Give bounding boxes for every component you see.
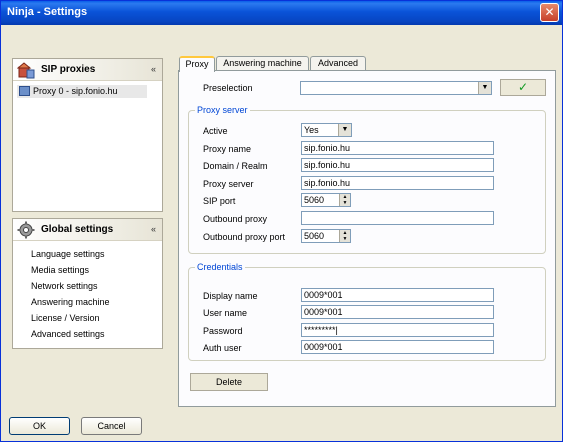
settings-window: Ninja - Settings ✕ SIP proxies « Proxy 0…	[0, 0, 563, 442]
outbound-proxy-label: Outbound proxy	[203, 214, 268, 224]
tab-answering-machine[interactable]: Answering machine	[216, 56, 309, 71]
server-icon	[17, 62, 35, 79]
outbound-port-label: Outbound proxy port	[203, 232, 286, 242]
proxy-item-label: Proxy 0 - sip.fonio.hu	[33, 86, 118, 96]
active-label: Active	[203, 126, 228, 136]
domain-label: Domain / Realm	[203, 161, 268, 171]
password-label: Password	[203, 326, 243, 336]
nav-media-settings[interactable]: Media settings	[31, 265, 89, 275]
proxy-server-field[interactable]: sip.fonio.hu	[301, 176, 494, 190]
proxy-list-item[interactable]: Proxy 0 - sip.fonio.hu	[17, 85, 147, 98]
active-value: Yes	[304, 125, 319, 135]
gear-icon	[17, 221, 35, 239]
nav-license-version[interactable]: License / Version	[31, 313, 100, 323]
chevron-down-icon[interactable]: ▼	[478, 82, 491, 94]
proxy-tab-page: Preselection ▼ ✓ Proxy server Active Yes…	[178, 70, 556, 407]
cancel-button[interactable]: Cancel	[81, 417, 142, 435]
user-name-field[interactable]: 0009*001	[301, 305, 494, 319]
sip-port-stepper[interactable]: 5060 ▲ ▼	[301, 193, 351, 207]
sip-port-label: SIP port	[203, 196, 236, 206]
delete-button[interactable]: Delete	[190, 373, 268, 391]
global-settings-title: Global settings	[41, 224, 114, 235]
global-settings-panel: Global settings « Language settings Medi…	[12, 218, 163, 349]
title-bar[interactable]: Ninja - Settings ✕	[1, 1, 562, 25]
nav-language-settings[interactable]: Language settings	[31, 249, 105, 259]
sip-port-value: 5060	[304, 195, 325, 205]
nav-network-settings[interactable]: Network settings	[31, 281, 98, 291]
proxy-icon	[19, 86, 30, 96]
collapse-global-icon[interactable]: «	[151, 224, 156, 234]
sip-proxies-title: SIP proxies	[41, 64, 96, 75]
user-name-label: User name	[203, 308, 248, 318]
close-button[interactable]: ✕	[540, 3, 559, 22]
server-label: Proxy server	[203, 179, 254, 189]
global-settings-header[interactable]: Global settings «	[13, 219, 162, 241]
auth-user-field[interactable]: 0009*001	[301, 340, 494, 354]
sip-proxies-header[interactable]: SIP proxies «	[13, 59, 162, 81]
display-name-label: Display name	[203, 291, 258, 301]
sip-proxies-panel: SIP proxies « Proxy 0 - sip.fonio.hu	[12, 58, 163, 212]
proxy-name-label: Proxy name	[203, 144, 252, 154]
nav-answering-machine[interactable]: Answering machine	[31, 297, 110, 307]
proxy-server-group: Proxy server Active Yes ▼ Proxy name sip…	[188, 105, 546, 254]
display-name-field[interactable]: 0009*001	[301, 288, 494, 302]
collapse-sip-icon[interactable]: «	[151, 64, 156, 74]
active-select[interactable]: Yes ▼	[301, 123, 352, 137]
credentials-group: Credentials Display name 0009*001 User n…	[188, 262, 546, 361]
ok-button[interactable]: OK	[9, 417, 70, 435]
domain-field[interactable]: sip.fonio.hu	[301, 158, 494, 172]
outbound-port-value: 5060	[304, 231, 325, 241]
tab-advanced[interactable]: Advanced	[310, 56, 366, 71]
chevron-down-icon[interactable]: ▼	[338, 124, 351, 136]
spin-arrows-icon[interactable]: ▲ ▼	[339, 230, 350, 242]
spin-arrows-icon[interactable]: ▲ ▼	[339, 194, 350, 206]
apply-preselection-button[interactable]: ✓	[500, 79, 546, 96]
preselection-dropdown[interactable]: ▼	[300, 81, 492, 95]
credentials-title: Credentials	[195, 262, 245, 272]
tab-proxy[interactable]: Proxy	[179, 56, 215, 72]
outbound-proxy-field[interactable]	[301, 211, 494, 225]
auth-user-label: Auth user	[203, 343, 242, 353]
window-title: Ninja - Settings	[7, 6, 88, 18]
proxy-name-field[interactable]: sip.fonio.hu	[301, 141, 494, 155]
proxy-server-title: Proxy server	[195, 105, 250, 115]
nav-advanced-settings[interactable]: Advanced settings	[31, 329, 105, 339]
password-field[interactable]: *********|	[301, 323, 494, 337]
preselection-label: Preselection	[203, 83, 253, 93]
outbound-port-stepper[interactable]: 5060 ▲ ▼	[301, 229, 351, 243]
